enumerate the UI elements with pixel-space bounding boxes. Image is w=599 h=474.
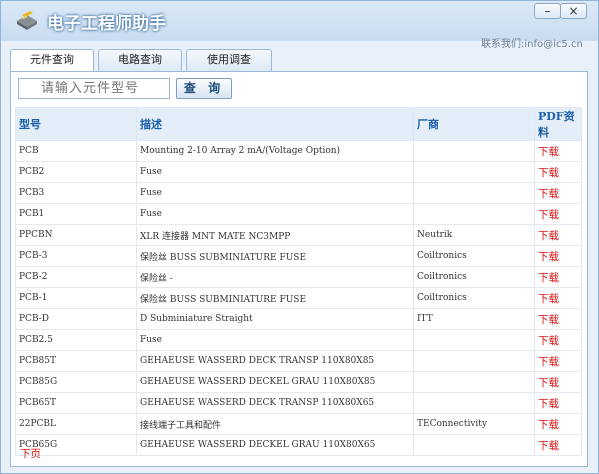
table-row: PCB Mounting 2-10 Array 2 mA/(Voltage Opt… [15, 140, 582, 162]
model-cell: PCB-3 [15, 245, 137, 267]
search-panel: 查 询 型号 描述 厂商 PDF资料 PCBMounting 2-10 Arra… [10, 71, 588, 467]
table-row: PCB85G GEHAEUSE WASSERD DECKEL GRAU 110X8… [15, 371, 582, 393]
download-link[interactable]: 下载 [534, 287, 582, 309]
vendor-cell [413, 182, 535, 204]
download-link[interactable]: 下载 [534, 413, 582, 435]
download-link[interactable]: 下载 [534, 392, 582, 414]
table-row: PCB-1 保险丝 BUSS SUBMINIATURE FUSE Coiltroni… [15, 287, 582, 309]
vendor-cell [413, 434, 535, 456]
vendor-cell [413, 161, 535, 183]
table-row: PCB1 Fuse 下载 [15, 203, 582, 225]
description-cell: D Subminiature Straight [136, 308, 414, 330]
next-page-link[interactable]: 下页 [20, 446, 41, 461]
download-link[interactable]: 下载 [534, 329, 582, 351]
vendor-cell: Coiltronics [413, 266, 535, 288]
model-cell: PCB-1 [15, 287, 137, 309]
tab-survey[interactable]: 使用调查 [186, 49, 272, 71]
column-header-description: 描述 [136, 107, 414, 141]
model-cell: PCB2.5 [15, 329, 137, 351]
model-cell: PCB65T [15, 392, 137, 414]
description-cell: XLR 连接器 MNT MATE NC3MPP [136, 224, 414, 246]
model-cell: 22PCBL [15, 413, 137, 435]
vendor-cell: Neutrik [413, 224, 535, 246]
table-row: PCB65T GEHAEUSE WASSERD DECK TRANSP 110X8… [15, 392, 582, 414]
description-cell: Fuse [136, 329, 414, 351]
contact-link[interactable]: 联系我们:info@ic5.cn [481, 35, 583, 50]
description-cell: Fuse [136, 161, 414, 183]
table-row: PPCBN XLR 连接器 MNT MATE NC3MPP Neutrik 下载 [15, 224, 582, 246]
model-cell: PCB [15, 140, 137, 162]
description-cell: Fuse [136, 203, 414, 225]
download-link[interactable]: 下载 [534, 140, 582, 162]
download-link[interactable]: 下载 [534, 245, 582, 267]
model-cell: PCB1 [15, 203, 137, 225]
table-row: PCB3 Fuse 下载 [15, 182, 582, 204]
table-row: 22PCBL 接线端子工具和配件 TEConnectivity 下载 [15, 413, 582, 435]
download-link[interactable]: 下载 [534, 182, 582, 204]
description-cell: GEHAEUSE WASSERD DECKEL GRAU 110X80X85 [136, 371, 414, 393]
tab-circuit-search[interactable]: 电路查询 [98, 49, 182, 71]
description-cell: GEHAEUSE WASSERD DECK TRANSP 110X80X85 [136, 350, 414, 372]
window-title: 电子工程师助手 [47, 14, 166, 34]
description-cell: 保险丝 BUSS SUBMINIATURE FUSE [136, 245, 414, 267]
vendor-cell: TEConnectivity [413, 413, 535, 435]
download-link[interactable]: 下载 [534, 371, 582, 393]
vendor-cell [413, 371, 535, 393]
minimize-button[interactable]: – [534, 3, 561, 19]
app-window: 电子工程师助手 – × 联系我们:info@ic5.cn 元件查询 电路查询 使… [0, 0, 599, 474]
table-row: PCB-2 保险丝 - Coiltronics 下载 [15, 266, 582, 288]
vendor-cell [413, 392, 535, 414]
download-link[interactable]: 下载 [534, 224, 582, 246]
table-row: PCB85T GEHAEUSE WASSERD DECK TRANSP 110X8… [15, 350, 582, 372]
column-header-pdf: PDF资料 [534, 107, 582, 141]
description-cell: 接线端子工具和配件 [136, 413, 414, 435]
vendor-cell: ITT [413, 308, 535, 330]
tab-component-search[interactable]: 元件查询 [10, 49, 94, 72]
table-row: PCB65G GEHAEUSE WASSERD DECKEL GRAU 110X8… [15, 434, 582, 456]
vendor-cell: Coiltronics [413, 287, 535, 309]
description-cell: 保险丝 - [136, 266, 414, 288]
model-cell: PCB-D [15, 308, 137, 330]
table-header-row: 型号 描述 厂商 PDF资料 [15, 107, 582, 141]
model-cell: PCB85T [15, 350, 137, 372]
model-cell: PPCBN [15, 224, 137, 246]
column-header-vendor: 厂商 [413, 107, 535, 141]
download-link[interactable]: 下载 [534, 266, 582, 288]
download-link[interactable]: 下载 [534, 350, 582, 372]
description-cell: Fuse [136, 182, 414, 204]
component-search-input[interactable] [18, 78, 170, 99]
vendor-cell [413, 140, 535, 162]
vendor-cell: Coiltronics [413, 245, 535, 267]
download-link[interactable]: 下载 [534, 161, 582, 183]
model-cell: PCB2 [15, 161, 137, 183]
model-cell: PCB85G [15, 371, 137, 393]
vendor-cell [413, 329, 535, 351]
download-link[interactable]: 下载 [534, 434, 582, 456]
description-cell: GEHAEUSE WASSERD DECKEL GRAU 110X80X65 [136, 434, 414, 456]
table-row: PCB-3 保险丝 BUSS SUBMINIATURE FUSE Coiltroni… [15, 245, 582, 267]
vendor-cell [413, 350, 535, 372]
download-link[interactable]: 下载 [534, 308, 582, 330]
download-link[interactable]: 下载 [534, 203, 582, 225]
description-cell: Mounting 2-10 Array 2 mA/(Voltage Option… [136, 140, 414, 162]
table-row: PCB-D D Subminiature Straight ITT 下载 [15, 308, 582, 330]
column-header-model: 型号 [15, 107, 137, 141]
vendor-cell [413, 203, 535, 225]
table-row: PCB2.5 Fuse 下载 [15, 329, 582, 351]
close-button[interactable]: × [560, 3, 587, 19]
app-logo-icon [17, 11, 37, 30]
results-table: 型号 描述 厂商 PDF资料 PCB Mounting 2-10 Array 2 … [15, 107, 582, 456]
search-button[interactable]: 查 询 [176, 78, 232, 99]
table-row: PCB2 Fuse 下载 [15, 161, 582, 183]
model-cell: PCB-2 [15, 266, 137, 288]
description-cell: 保险丝 BUSS SUBMINIATURE FUSE [136, 287, 414, 309]
description-cell: GEHAEUSE WASSERD DECK TRANSP 110X80X65 [136, 392, 414, 414]
model-cell: PCB3 [15, 182, 137, 204]
